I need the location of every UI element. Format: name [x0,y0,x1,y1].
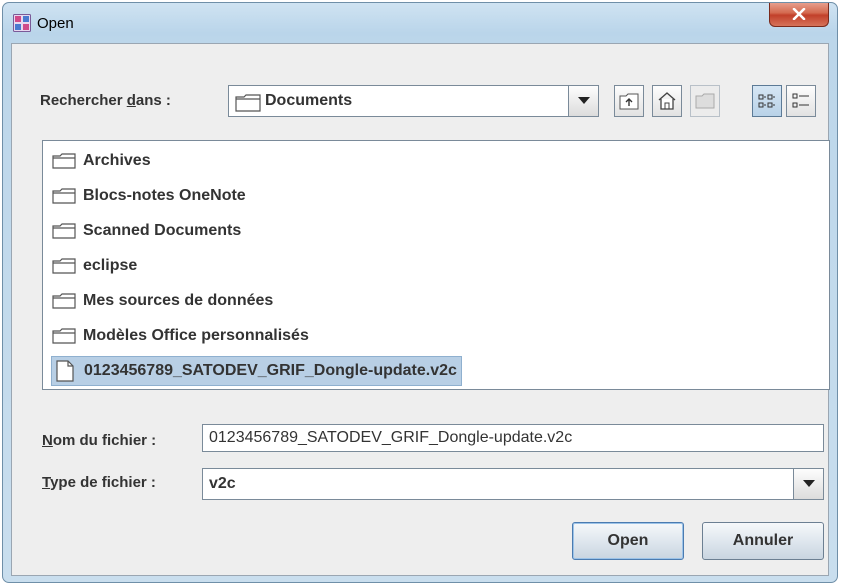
open-button[interactable]: Open [572,522,684,560]
details-view-button[interactable] [786,85,816,117]
chevron-down-icon [577,97,590,104]
file-name-label: Mes sources de données [83,292,274,309]
file-icon [56,360,74,382]
list-item-v2c-file[interactable]: 0123456789_SATODEV_GRIF_Dongle-update.v2… [51,356,462,386]
file-name-label: Modèles Office personnalisés [83,327,309,344]
file-name-input[interactable] [202,424,824,452]
chevron-down-icon [802,480,815,487]
file-name-label: 0123456789_SATODEV_GRIF_Dongle-update.v2… [84,362,457,379]
new-folder-button [690,85,720,117]
folder-icon [52,223,76,239]
file-name-label: Scanned Documents [83,222,242,239]
look-in-combobox[interactable]: Documents [228,85,599,117]
window-title: Open [37,15,74,32]
folder-icon [52,328,76,344]
close-button[interactable] [769,3,829,27]
list-item-blocs-notes[interactable]: Blocs-notes OneNote [51,183,246,209]
close-icon [792,8,806,20]
list-view-button[interactable] [752,85,782,117]
up-one-level-button[interactable] [614,85,644,117]
details-view-icon [792,93,809,108]
list-item-scanned-documents[interactable]: Scanned Documents [51,218,241,244]
java-app-icon [13,14,31,32]
folder-icon [52,293,76,309]
home-button[interactable] [652,85,682,117]
folder-icon [52,258,76,274]
file-name-label: eclipse [83,257,138,274]
list-item-eclipse[interactable]: eclipse [51,253,137,279]
open-dialog-window: Open Rechercher dans : Documents Archive… [2,2,838,583]
file-name-label: Blocs-notes OneNote [83,187,246,204]
list-item-modeles-office[interactable]: Modèles Office personnalisés [51,323,309,349]
dialog-content: Rechercher dans : Documents Archives Blo… [11,43,830,576]
title-bar[interactable]: Open [3,3,837,43]
look-in-value: Documents [265,92,353,109]
home-icon [658,92,676,110]
file-type-label: Type de fichier : [42,474,156,491]
file-type-value: v2c [209,475,236,492]
folder-icon [52,188,76,204]
new-folder-icon [695,93,715,109]
folder-icon [235,94,261,112]
file-list[interactable]: Archives Blocs-notes OneNote Scanned Doc… [42,140,830,390]
list-item-mes-sources[interactable]: Mes sources de données [51,288,273,314]
look-in-label: Rechercher dans : [40,92,171,109]
file-type-combobox[interactable]: v2c [202,468,824,500]
list-item-archives[interactable]: Archives [51,148,151,174]
cancel-button[interactable]: Annuler [702,522,824,560]
file-name-label: Archives [83,152,151,169]
file-type-dropdown-button[interactable] [793,469,823,499]
up-one-level-icon [619,93,639,110]
file-name-label: Nom du fichier : [42,432,157,449]
look-in-dropdown-button[interactable] [568,86,598,116]
folder-icon [52,153,76,169]
list-view-icon [758,94,775,108]
